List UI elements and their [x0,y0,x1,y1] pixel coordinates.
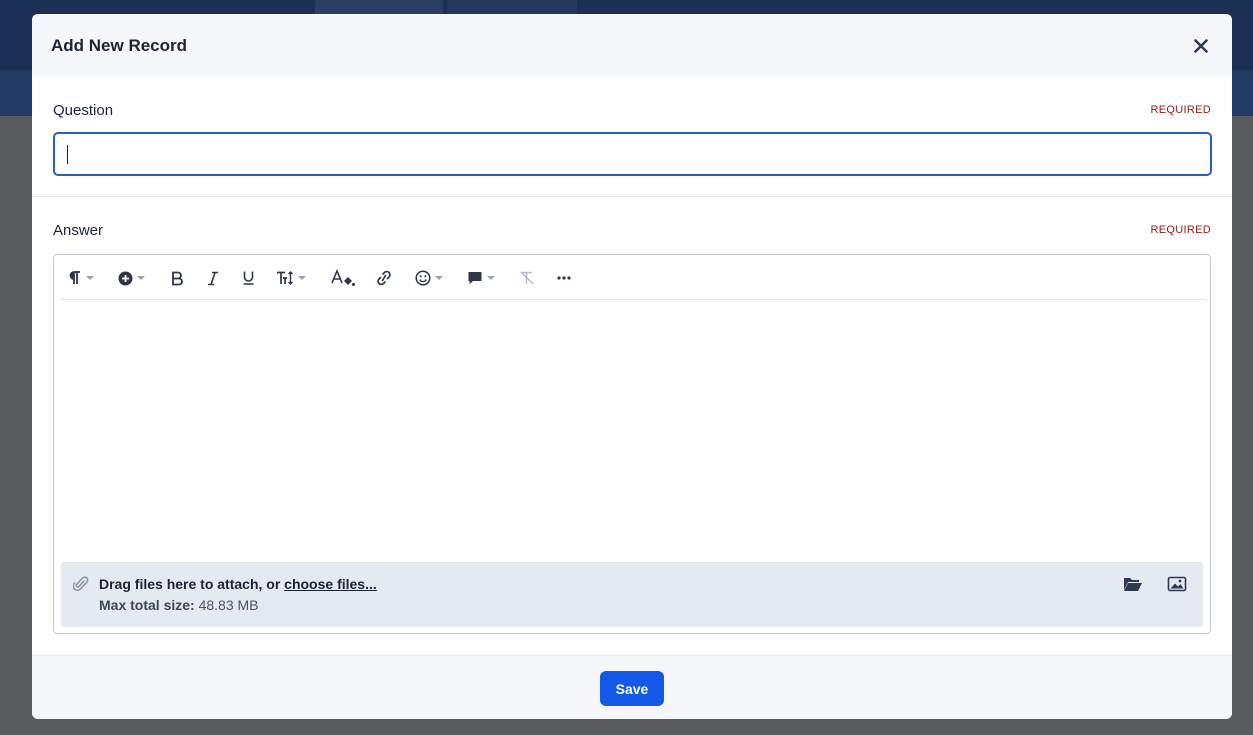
max-size-label: Max total size: [99,597,195,613]
more-icon [557,276,571,280]
paragraph-format-icon [69,271,80,284]
save-button[interactable]: Save [600,671,664,706]
font-size-button[interactable] [276,267,306,289]
clear-formatting-icon [520,271,534,285]
question-section: Question REQUIRED [32,77,1232,197]
link-icon [377,270,391,286]
underline-icon [243,271,254,285]
modal-footer: Save [32,655,1232,719]
bold-icon [172,271,183,285]
text-caret [67,145,68,164]
comment-button[interactable] [467,267,495,289]
browse-folder-button[interactable] [1123,575,1143,598]
paperclip-icon [73,576,89,591]
comment-icon [468,272,482,284]
max-size-value: 48.83 MB [198,597,259,613]
insert-icon [118,271,133,285]
insert-button[interactable] [118,267,145,289]
italic-button[interactable] [207,267,219,289]
max-size-info: Max total size: 48.83 MB [99,597,259,613]
bold-button[interactable] [171,267,183,289]
dropzone-instruction: Drag files here to attach, or choose fil… [99,576,377,592]
image-icon [1167,576,1187,592]
question-label: Question [53,102,114,119]
link-button[interactable] [375,267,393,289]
emoji-button[interactable] [415,267,443,289]
editor-content-area[interactable] [60,301,1206,561]
underline-button[interactable] [242,267,255,289]
modal-header: Add New Record [32,14,1232,77]
question-required-badge: REQUIRED [1150,104,1211,116]
text-color-button[interactable] [330,267,356,289]
modal-title: Add New Record [51,36,188,55]
close-button[interactable] [1190,35,1212,57]
close-icon [1194,39,1208,53]
font-size-icon [277,271,293,285]
attachment-dropzone[interactable]: Drag files here to attach, or choose fil… [61,562,1203,627]
rich-text-editor: Drag files here to attach, or choose fil… [53,254,1211,634]
choose-files-link[interactable]: choose files... [284,576,377,592]
answer-required-badge: REQUIRED [1150,224,1211,236]
paragraph-format-button[interactable] [68,267,94,289]
answer-label: Answer [53,222,104,239]
folder-open-icon [1124,578,1142,591]
text-color-icon [331,269,355,286]
editor-toolbar [60,255,1206,300]
add-record-modal: Add New Record Question REQUIRED Answer … [32,14,1232,719]
question-input[interactable] [53,132,1212,176]
italic-icon [208,271,218,285]
answer-section: Answer REQUIRED Drag files here to attac… [32,197,1232,655]
emoji-icon [415,270,431,286]
insert-image-button[interactable] [1167,575,1187,598]
more-button[interactable] [557,267,571,289]
modal-body: Question REQUIRED Answer REQUIRED Drag f… [32,77,1232,655]
clear-formatting-button[interactable] [518,267,536,289]
